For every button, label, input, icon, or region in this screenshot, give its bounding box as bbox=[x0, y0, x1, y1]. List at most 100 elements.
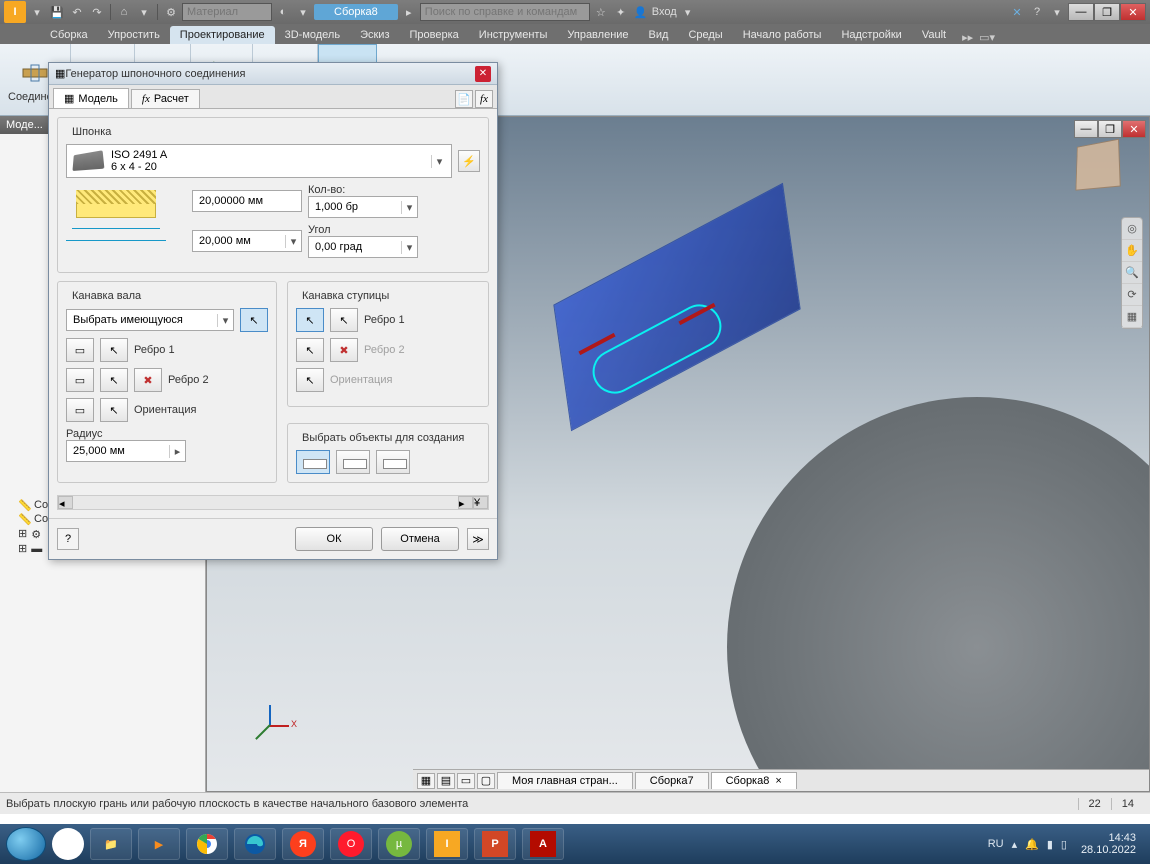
task-opera[interactable]: O bbox=[330, 828, 372, 860]
folder-icon[interactable]: ▾ bbox=[135, 3, 153, 21]
tab-design[interactable]: Проектирование bbox=[170, 26, 275, 44]
taskbar-clock[interactable]: 14:43 28.10.2022 bbox=[1073, 832, 1144, 856]
chevron-down-icon[interactable]: ▾ bbox=[217, 314, 233, 327]
tile-icon[interactable]: ▦ bbox=[417, 773, 435, 789]
fx-button[interactable]: fx bbox=[475, 90, 493, 108]
orientation-pick-button[interactable]: ↖ bbox=[100, 398, 128, 422]
single-icon[interactable]: ▢ bbox=[477, 773, 495, 789]
edge1-icon-button[interactable]: ▭ bbox=[66, 338, 94, 362]
x-icon[interactable]: ✕ bbox=[1008, 3, 1026, 21]
pick-cursor-button[interactable]: ↖ bbox=[240, 308, 268, 332]
chevron-down-icon[interactable]: ▾ bbox=[401, 201, 417, 214]
object-option-2[interactable] bbox=[336, 450, 370, 474]
qty-combo[interactable]: 1,000 бр▾ bbox=[308, 196, 418, 218]
doc-tab[interactable]: Моя главная стран... bbox=[497, 772, 633, 789]
task-acrobat[interactable]: A bbox=[522, 828, 564, 860]
tab-view[interactable]: Вид bbox=[639, 26, 679, 44]
tab-3dmodel[interactable]: 3D-модель bbox=[275, 26, 350, 44]
share-icon[interactable]: ✦ bbox=[612, 3, 630, 21]
gear-icon[interactable]: ⚙ bbox=[162, 3, 180, 21]
task-chrome[interactable] bbox=[186, 828, 228, 860]
tab-manage[interactable]: Управление bbox=[557, 26, 638, 44]
task-utorrent[interactable]: µ bbox=[378, 828, 420, 860]
hub-edge1-pick-button[interactable]: ↖ bbox=[296, 308, 324, 332]
dropdown-icon[interactable]: ▾ bbox=[294, 3, 312, 21]
expand-icon[interactable]: ▸▸ bbox=[962, 31, 973, 44]
doc-dropdown-icon[interactable]: ▸ bbox=[400, 3, 418, 21]
length-input[interactable]: 20,00000 мм bbox=[192, 190, 302, 212]
tray-battery-icon[interactable]: ▯ bbox=[1061, 838, 1067, 851]
chevron-down-icon[interactable]: ▾ bbox=[285, 235, 301, 248]
edge2-clear-button[interactable]: ✖ bbox=[134, 368, 162, 392]
doc-tab-active[interactable]: Сборка8× bbox=[711, 772, 797, 789]
login-dropdown-icon[interactable]: ▾ bbox=[679, 3, 697, 21]
edge2-icon-button[interactable]: ▭ bbox=[66, 368, 94, 392]
help-button[interactable]: ? bbox=[57, 528, 79, 550]
hub-edge1-alt-button[interactable]: ↖ bbox=[330, 308, 358, 332]
options-button[interactable]: ≫ bbox=[467, 528, 489, 550]
tab-inspect[interactable]: Проверка bbox=[400, 26, 469, 44]
task-yandex[interactable]: Я bbox=[282, 828, 324, 860]
task-powerpoint[interactable]: P bbox=[474, 828, 516, 860]
collapse-ribbon-icon[interactable]: ▭▾ bbox=[979, 31, 995, 44]
user-icon[interactable]: 👤 bbox=[632, 3, 650, 21]
chevron-down-icon[interactable]: ▾ bbox=[431, 155, 447, 168]
tab-environments[interactable]: Среды bbox=[678, 26, 732, 44]
star-icon[interactable]: ☆ bbox=[592, 3, 610, 21]
length2-combo[interactable]: 20,000 мм▾ bbox=[192, 230, 302, 252]
close-button[interactable]: ✕ bbox=[1120, 3, 1146, 21]
task-icon[interactable] bbox=[52, 828, 84, 860]
tab-tools[interactable]: Инструменты bbox=[469, 26, 558, 44]
ok-button[interactable]: ОК bbox=[295, 527, 373, 551]
chevron-right-icon[interactable]: ▸ bbox=[169, 445, 185, 458]
task-edge[interactable] bbox=[234, 828, 276, 860]
lightning-button[interactable]: ⚡ bbox=[458, 150, 480, 172]
hub-edge2-clear-button[interactable]: ✖ bbox=[330, 338, 358, 362]
undo-icon[interactable]: ↶ bbox=[68, 3, 86, 21]
help-icon[interactable]: ? bbox=[1028, 3, 1046, 21]
help-search-input[interactable] bbox=[420, 3, 590, 21]
task-media[interactable]: ▶ bbox=[138, 828, 180, 860]
tab-assembly[interactable]: Сборка bbox=[40, 26, 98, 44]
close-tab-icon[interactable]: × bbox=[775, 775, 781, 787]
cancel-button[interactable]: Отмена bbox=[381, 527, 459, 551]
tab-model[interactable]: ▦Модель bbox=[53, 88, 129, 108]
groove-mode-combo[interactable]: Выбрать имеющуюся▾ bbox=[66, 309, 234, 331]
tab-addins[interactable]: Надстройки bbox=[831, 26, 911, 44]
material-input[interactable] bbox=[182, 3, 272, 21]
dialog-close-button[interactable]: ✕ bbox=[475, 66, 491, 82]
key-standard-combo[interactable]: ISO 2491 A 6 x 4 - 20 ▾ bbox=[66, 144, 452, 178]
tray-chevron-icon[interactable]: ▴ bbox=[1012, 838, 1018, 851]
edge1-pick-button[interactable]: ↖ bbox=[100, 338, 128, 362]
expand-scroll-button[interactable]: ¥ bbox=[473, 496, 488, 509]
h-scrollbar[interactable]: ◂ ▸ ¥ bbox=[57, 495, 489, 510]
angle-combo[interactable]: 0,00 град▾ bbox=[308, 236, 418, 258]
home-icon[interactable]: ⌂ bbox=[115, 3, 133, 21]
help-dropdown-icon[interactable]: ▾ bbox=[1048, 3, 1066, 21]
scroll-left-button[interactable]: ◂ bbox=[58, 496, 73, 509]
open-icon[interactable]: ▾ bbox=[28, 3, 46, 21]
dialog-titlebar[interactable]: ▦ Генератор шпоночного соединения ✕ bbox=[49, 63, 497, 85]
edge2-pick-button[interactable]: ↖ bbox=[100, 368, 128, 392]
scroll-right-button[interactable]: ▸ bbox=[458, 496, 473, 509]
tab-calculation[interactable]: fxРасчет bbox=[131, 89, 200, 108]
tab-sketch[interactable]: Эскиз bbox=[350, 26, 399, 44]
object-option-3[interactable] bbox=[376, 450, 410, 474]
lang-indicator[interactable]: RU bbox=[988, 838, 1004, 850]
task-explorer[interactable]: 📁 bbox=[90, 828, 132, 860]
appearance-icon[interactable]: ◐ bbox=[274, 3, 292, 21]
object-option-1[interactable] bbox=[296, 450, 330, 474]
radius-input[interactable]: 25,000 мм▸ bbox=[66, 440, 186, 462]
task-inventor[interactable]: I bbox=[426, 828, 468, 860]
minimize-button[interactable]: — bbox=[1068, 3, 1094, 21]
orientation-icon-button[interactable]: ▭ bbox=[66, 398, 94, 422]
hub-orientation-pick-button[interactable]: ↖ bbox=[296, 368, 324, 392]
hub-edge2-pick-button[interactable]: ↖ bbox=[296, 338, 324, 362]
file-icon[interactable]: 📄 bbox=[455, 90, 473, 108]
tab-vault[interactable]: Vault bbox=[912, 26, 956, 44]
maximize-button[interactable]: ❐ bbox=[1094, 3, 1120, 21]
tray-action-center-icon[interactable]: ▮ bbox=[1047, 838, 1053, 851]
tray-flag-icon[interactable]: 🔔 bbox=[1025, 838, 1039, 851]
cascade-icon[interactable]: ▤ bbox=[437, 773, 455, 789]
app-logo[interactable]: I bbox=[4, 1, 26, 23]
